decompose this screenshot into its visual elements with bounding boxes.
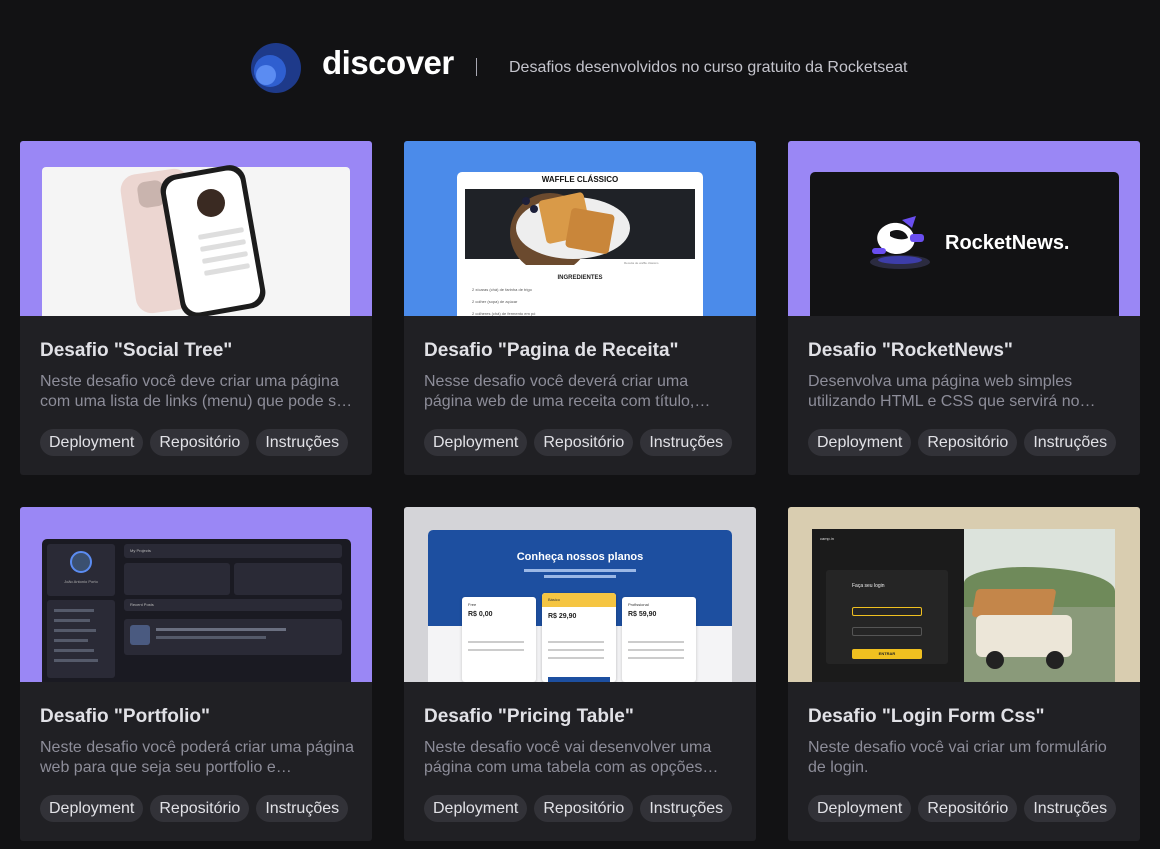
card-title: Desafio "Portfolio" — [40, 706, 211, 727]
header-tagline: Desafios desenvolvidos no curso gratuito… — [509, 59, 908, 76]
card-links: Deployment Repositório Instruções — [40, 429, 349, 456]
card-links: Deployment Repositório Instruções — [40, 795, 349, 822]
deployment-link[interactable]: Deployment — [808, 795, 912, 822]
card-links: Deployment Repositório Instruções — [808, 429, 1117, 456]
plan-price: R$ 0,00 — [468, 611, 493, 618]
page-header: discover Desafios desenvolvidos no curso… — [0, 0, 1160, 130]
card-title: Desafio "Pagina de Receita" — [424, 340, 679, 361]
card-links: Deployment Repositório Instruções — [424, 795, 733, 822]
recipe-item: 2 colheres (chá) de fermento em pó — [472, 311, 536, 316]
login-button: ENTRAR — [878, 651, 896, 656]
card-thumbnail[interactable]: João Antonio Porto My Projects Recent Po… — [20, 507, 372, 682]
repository-link[interactable]: Repositório — [534, 795, 634, 822]
instructions-link[interactable]: Instruções — [1024, 795, 1117, 822]
card-title: Desafio "Login Form Css" — [808, 706, 1045, 727]
plan-name: Free — [468, 602, 477, 607]
repository-link[interactable]: Repositório — [534, 429, 634, 456]
card-links: Deployment Repositório Instruções — [424, 429, 733, 456]
card-thumbnail[interactable]: camp.in Faça seu login ENTRAR — [788, 507, 1140, 682]
card-links: Deployment Repositório Instruções — [808, 795, 1117, 822]
card-thumbnail[interactable] — [20, 141, 372, 316]
login-heading: Faça seu login — [852, 583, 885, 589]
discover-logo-icon — [251, 43, 301, 93]
portfolio-name: João Antonio Porto — [64, 579, 98, 584]
repository-link[interactable]: Repositório — [918, 429, 1018, 456]
repository-link[interactable]: Repositório — [918, 795, 1018, 822]
deployment-link[interactable]: Deployment — [424, 795, 528, 822]
repository-link[interactable]: Repositório — [150, 795, 250, 822]
repository-link[interactable]: Repositório — [150, 429, 250, 456]
card-thumbnail[interactable]: Conheça nossos planos Free R$ 0,00 Básic… — [404, 507, 756, 682]
card-description: Desenvolva uma página web simples utiliz… — [808, 373, 1096, 410]
card-description: Nesse desafio você deverá criar uma pági… — [424, 373, 711, 410]
challenge-card: camp.in Faça seu login ENTRAR Desafio "L… — [788, 507, 1140, 841]
brand-name[interactable]: discover — [322, 44, 454, 82]
instructions-link[interactable]: Instruções — [256, 795, 349, 822]
deployment-link[interactable]: Deployment — [808, 429, 912, 456]
plan-price: R$ 29,90 — [548, 613, 577, 620]
recipe-item: 2 xícaras (chá) de farinha de trigo — [472, 287, 532, 292]
challenge-card: RocketNews. Desafio "RocketNews" Desenvo… — [788, 141, 1140, 475]
recipe-heading: WAFFLE CLÁSSICO — [541, 175, 619, 184]
card-description: Neste desafio você poderá criar uma pági… — [40, 739, 354, 776]
portfolio-section: Recent Posts — [130, 602, 154, 607]
deployment-link[interactable]: Deployment — [40, 795, 144, 822]
card-title: Desafio "Social Tree" — [40, 340, 233, 361]
challenge-card: Conheça nossos planos Free R$ 0,00 Básic… — [404, 507, 756, 841]
header-divider — [476, 58, 477, 76]
card-title: Desafio "RocketNews" — [808, 340, 1013, 361]
card-description: Neste desafio você vai desenvolver uma p… — [424, 739, 712, 776]
challenge-card: João Antonio Porto My Projects Recent Po… — [20, 507, 372, 841]
recipe-item: 2 colher (sopa) de açúcar — [472, 299, 518, 304]
rocket-astronaut-icon — [870, 216, 930, 269]
challenge-card: Desafio "Social Tree" Neste desafio você… — [20, 141, 372, 475]
deployment-link[interactable]: Deployment — [424, 429, 528, 456]
rocketnews-logo: RocketNews. — [945, 232, 1070, 254]
card-title: Desafio "Pricing Table" — [424, 706, 634, 727]
instructions-link[interactable]: Instruções — [256, 429, 349, 456]
recipe-caption: Receita de waffle clássico — [624, 261, 659, 265]
camp-brand: camp.in — [820, 536, 835, 541]
deployment-link[interactable]: Deployment — [40, 429, 144, 456]
plan-price: R$ 59,90 — [628, 611, 657, 618]
plan-name: Básico — [548, 597, 561, 602]
recipe-section: INGREDIENTES — [557, 275, 603, 281]
portfolio-section: My Projects — [130, 548, 151, 553]
instructions-link[interactable]: Instruções — [640, 429, 733, 456]
instructions-link[interactable]: Instruções — [1024, 429, 1117, 456]
card-description: Neste desafio você vai criar um formulár… — [808, 739, 1107, 776]
card-thumbnail[interactable]: RocketNews. — [788, 141, 1140, 316]
card-description: Neste desafio você deve criar uma página… — [40, 373, 353, 410]
pricing-heading: Conheça nossos planos — [516, 551, 644, 563]
instructions-link[interactable]: Instruções — [640, 795, 733, 822]
card-thumbnail[interactable]: WAFFLE CLÁSSICO Receita de waffle clássi… — [404, 141, 756, 316]
plan-name: Profissional — [628, 602, 649, 607]
challenge-card: WAFFLE CLÁSSICO Receita de waffle clássi… — [404, 141, 756, 475]
